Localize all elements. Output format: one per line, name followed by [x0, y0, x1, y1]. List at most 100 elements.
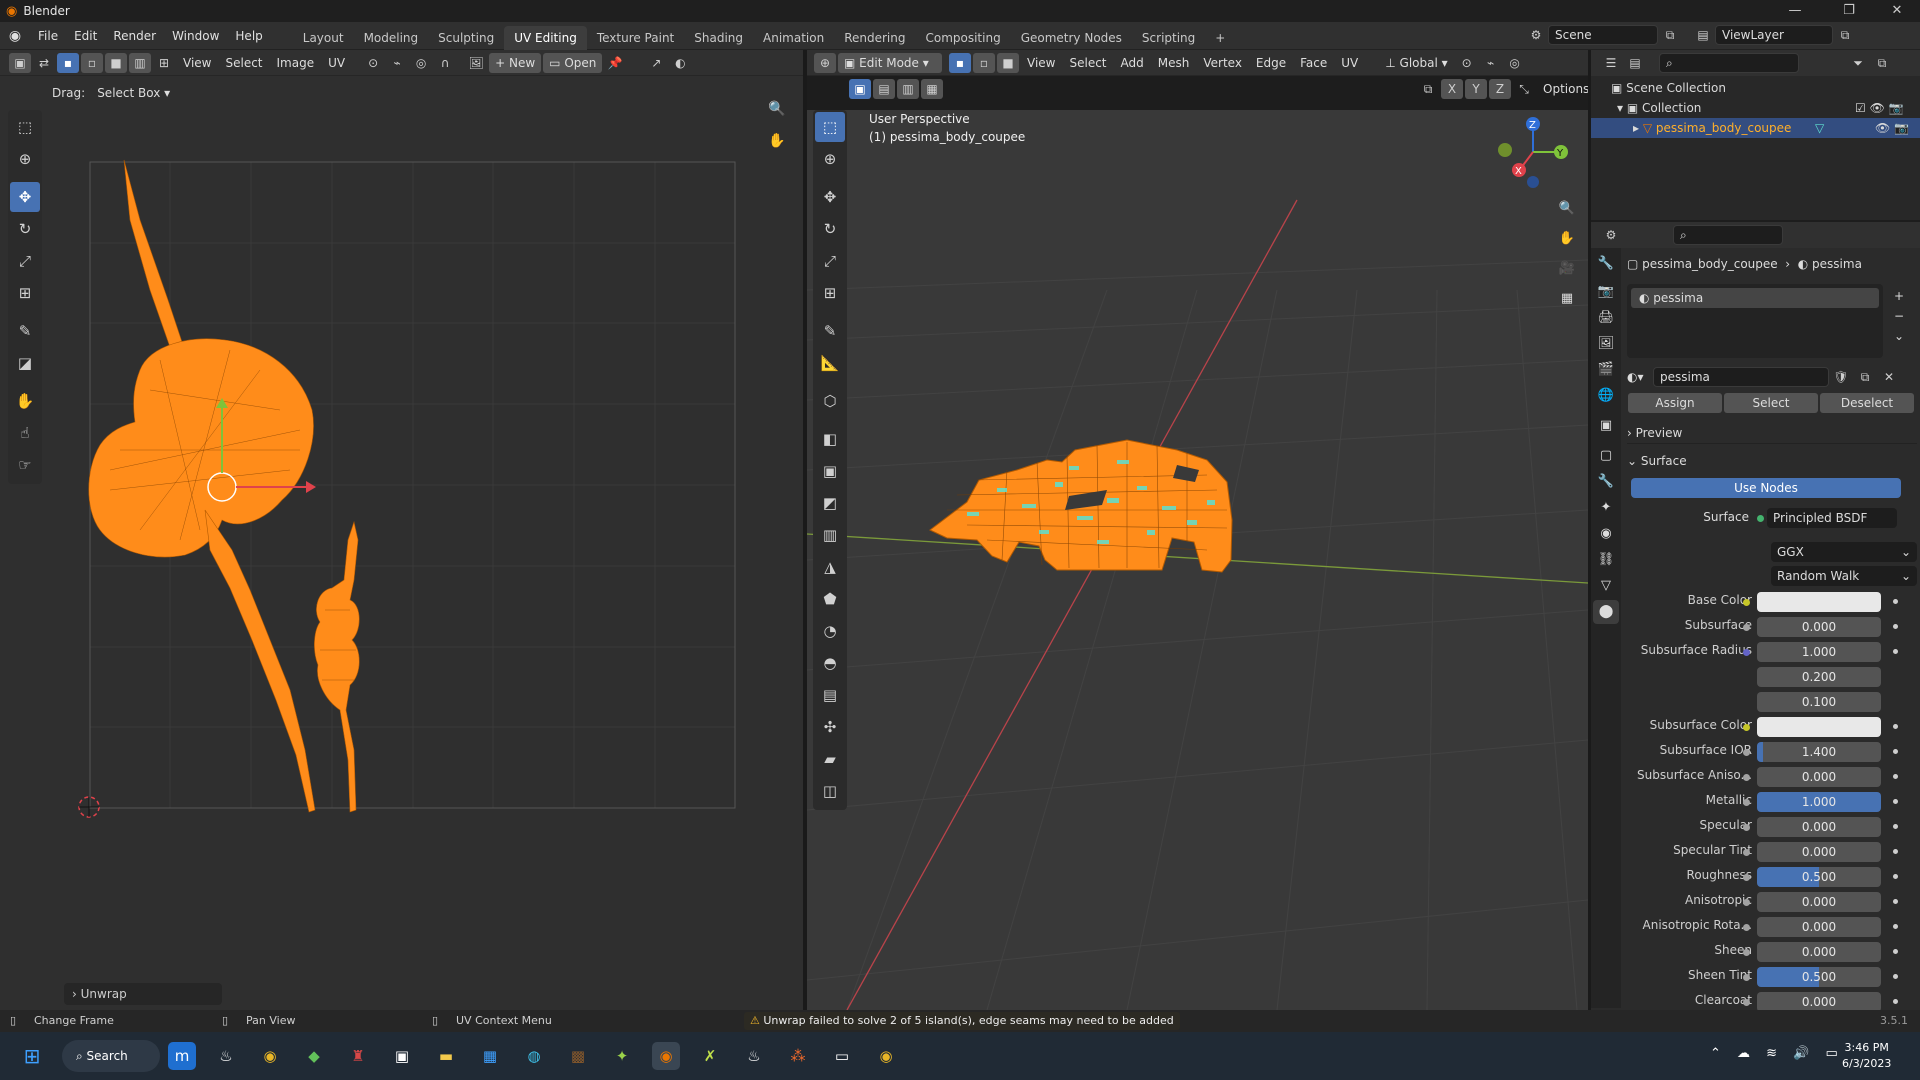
pinch-tool[interactable]: ☞ — [10, 450, 40, 480]
store-icon[interactable]: ▦ — [476, 1042, 504, 1070]
auto-merge-icon[interactable]: ⤡ — [1513, 79, 1535, 99]
color-swatch[interactable] — [1757, 592, 1881, 612]
steam-icon[interactable]: ♨ — [212, 1042, 240, 1070]
value-slider[interactable]: 0.000 — [1757, 767, 1881, 787]
new-scene-icon[interactable]: ⧉ — [1659, 25, 1681, 45]
tab-compositing[interactable]: Compositing — [915, 26, 1010, 50]
annotate-tool[interactable]: ✎ — [10, 316, 40, 346]
scene-field[interactable]: Scene — [1548, 25, 1658, 45]
select-extend-icon[interactable]: ▤ — [873, 79, 895, 99]
tool-icon[interactable]: ✗ — [696, 1042, 724, 1070]
move-tool[interactable]: ✥ — [10, 182, 40, 212]
new-viewlayer-icon[interactable]: ⧉ — [1834, 25, 1856, 45]
tab-shading[interactable]: Shading — [684, 26, 753, 50]
viewlayer-icon[interactable]: ▤ — [1692, 25, 1714, 45]
value-slider[interactable]: 0.000 — [1757, 842, 1881, 862]
tab-uv-editing[interactable]: UV Editing — [504, 25, 587, 50]
viewport-pan-icon[interactable]: ✋ — [1555, 224, 1579, 254]
viewport-editor-type-icon[interactable]: ⊕ — [814, 52, 836, 73]
minecraft-launcher-icon[interactable]: ▩ — [564, 1042, 592, 1070]
tab-texture-paint[interactable]: Texture Paint — [587, 26, 684, 50]
material-slot-list[interactable]: ◐ pessima — [1627, 284, 1883, 358]
particles-tab-icon[interactable]: ✦ — [1593, 496, 1619, 520]
keyframe-dot-icon[interactable] — [1893, 849, 1898, 854]
taskbar-search[interactable]: ⌕ Search — [62, 1040, 160, 1072]
deselect-button[interactable]: Deselect — [1820, 393, 1914, 413]
viewport-menu-mesh[interactable]: Mesh — [1152, 53, 1196, 73]
keyframe-dot-icon[interactable] — [1893, 624, 1898, 629]
zoom-icon[interactable]: 🔍 — [764, 96, 790, 122]
gizmo-toggle-icon[interactable]: ↗ — [645, 53, 667, 73]
2d-cursor-icon[interactable] — [78, 796, 100, 818]
menu-window[interactable]: Window — [164, 22, 227, 50]
object-visibility-icons[interactable]: 👁 📷 — [1875, 118, 1909, 138]
warning-report[interactable]: ⚠ Unwrap failed to solve 2 of 5 island(s… — [744, 1012, 1180, 1030]
material-browse-icon[interactable]: ◐▾ — [1627, 370, 1653, 384]
keyframe-dot-icon[interactable] — [1893, 749, 1898, 754]
subsurface-method-dropdown[interactable]: Random Walk ⌄ — [1771, 566, 1917, 586]
use-nodes-button[interactable]: Use Nodes — [1631, 478, 1901, 498]
terminal-icon[interactable]: ▭ — [828, 1042, 856, 1070]
taskbar-clock[interactable]: 3:46 PM 6/3/2023 — [1842, 1040, 1891, 1072]
new-collection-icon[interactable]: ⧉ — [1871, 53, 1893, 73]
rotate-tool[interactable]: ↻ — [10, 214, 40, 244]
viewport-menu-select[interactable]: Select — [1063, 53, 1112, 73]
tab-layout[interactable]: Layout — [293, 26, 354, 50]
uv-editor-view[interactable]: ⬚ ⊕ ✥ ↻ ⤢ ⊞ ✎ ◪ ✋ ☝ ☞ 🔍 ✋ › Unwrap — [0, 101, 803, 1010]
render-tab-icon[interactable]: 📷 — [1593, 280, 1619, 304]
keyframe-dot-icon[interactable] — [1893, 599, 1898, 604]
preview-panel-header[interactable]: › Preview — [1627, 422, 1917, 444]
smooth-tool-3d[interactable]: ◓ — [815, 648, 845, 678]
keyframe-dot-icon[interactable] — [1893, 949, 1898, 954]
value-slider[interactable]: 0.100 — [1757, 692, 1881, 712]
mesh-data-icon[interactable]: ▽ — [1815, 118, 1824, 138]
viewport-canvas[interactable]: Z Y X — [807, 110, 1588, 1010]
viewlayer-field[interactable]: ViewLayer — [1715, 25, 1833, 45]
collection-tab-icon[interactable]: ▣ — [1593, 414, 1619, 438]
keyframe-dot-icon[interactable] — [1893, 874, 1898, 879]
tab-geometry-nodes[interactable]: Geometry Nodes — [1011, 26, 1132, 50]
transform-orientation-dropdown[interactable]: ⊥ Global ▾ — [1379, 53, 1453, 73]
pivot-point-icon[interactable]: ⊙ — [1456, 53, 1478, 73]
keyframe-dot-icon[interactable] — [1893, 974, 1898, 979]
scene-icon[interactable]: ⚙ — [1525, 25, 1547, 45]
rip-tool[interactable]: ◪ — [10, 348, 40, 378]
surface-shader-field[interactable]: Principled BSDF — [1767, 508, 1897, 528]
car-mesh[interactable] — [929, 439, 1233, 573]
minecraft-icon[interactable]: ◆ — [300, 1042, 328, 1070]
camera-view-icon[interactable]: 🎥 — [1555, 254, 1579, 284]
grab-tool[interactable]: ✋ — [10, 386, 40, 416]
tab-modeling[interactable]: Modeling — [354, 26, 429, 50]
expand-arrow-icon[interactable]: ▾ — [1617, 101, 1623, 115]
vertex-mode-icon[interactable]: ▪ — [949, 52, 971, 73]
knife-tool-3d[interactable]: ◮ — [815, 552, 845, 582]
tab-scripting[interactable]: Scripting — [1132, 26, 1205, 50]
collapsed-arrow-icon[interactable]: ▸ — [1633, 121, 1639, 135]
notes-icon[interactable]: ▣ — [388, 1042, 416, 1070]
surface-panel-header[interactable]: ⌄ Surface — [1627, 450, 1917, 472]
outliner-display-mode-icon[interactable]: ▤ — [1624, 53, 1646, 73]
transform-tool[interactable]: ⊞ — [10, 278, 40, 308]
outliner-search-field[interactable]: ⌕ — [1659, 53, 1799, 73]
keyframe-dot-icon[interactable] — [1893, 824, 1898, 829]
value-slider[interactable]: 1.400 — [1757, 742, 1881, 762]
axis-y-toggle[interactable]: Y — [1465, 79, 1487, 99]
outliner-row-scene-collection[interactable]: ▣ Scene Collection — [1591, 78, 1920, 98]
select-subtract-icon[interactable]: ▥ — [897, 79, 919, 99]
vertex-select-icon[interactable]: ▪ — [57, 52, 79, 73]
select-new-icon[interactable]: ▣ — [849, 79, 871, 99]
properties-search-field[interactable]: ⌕ — [1673, 225, 1783, 245]
app-icon-2[interactable]: ⁂ — [784, 1042, 812, 1070]
outliner-row-collection[interactable]: ▾ ▣ Collection ☑ 👁 📷 — [1591, 98, 1920, 118]
rotate-tool-3d[interactable]: ↻ — [815, 214, 845, 244]
new-image-button[interactable]: + New — [489, 52, 542, 73]
island-select-icon[interactable]: ▥ — [129, 52, 151, 73]
menu-render[interactable]: Render — [105, 22, 164, 50]
output-tab-icon[interactable]: 🖨 — [1593, 306, 1619, 330]
loop-cut-tool-3d[interactable]: ▥ — [815, 520, 845, 550]
color-swatch[interactable] — [1757, 717, 1881, 737]
material-name-field[interactable]: pessima — [1653, 367, 1829, 387]
value-slider[interactable]: 0.000 — [1757, 817, 1881, 837]
distribution-dropdown[interactable]: GGX ⌄ — [1771, 542, 1917, 562]
chrome-icon[interactable]: ◉ — [256, 1042, 284, 1070]
